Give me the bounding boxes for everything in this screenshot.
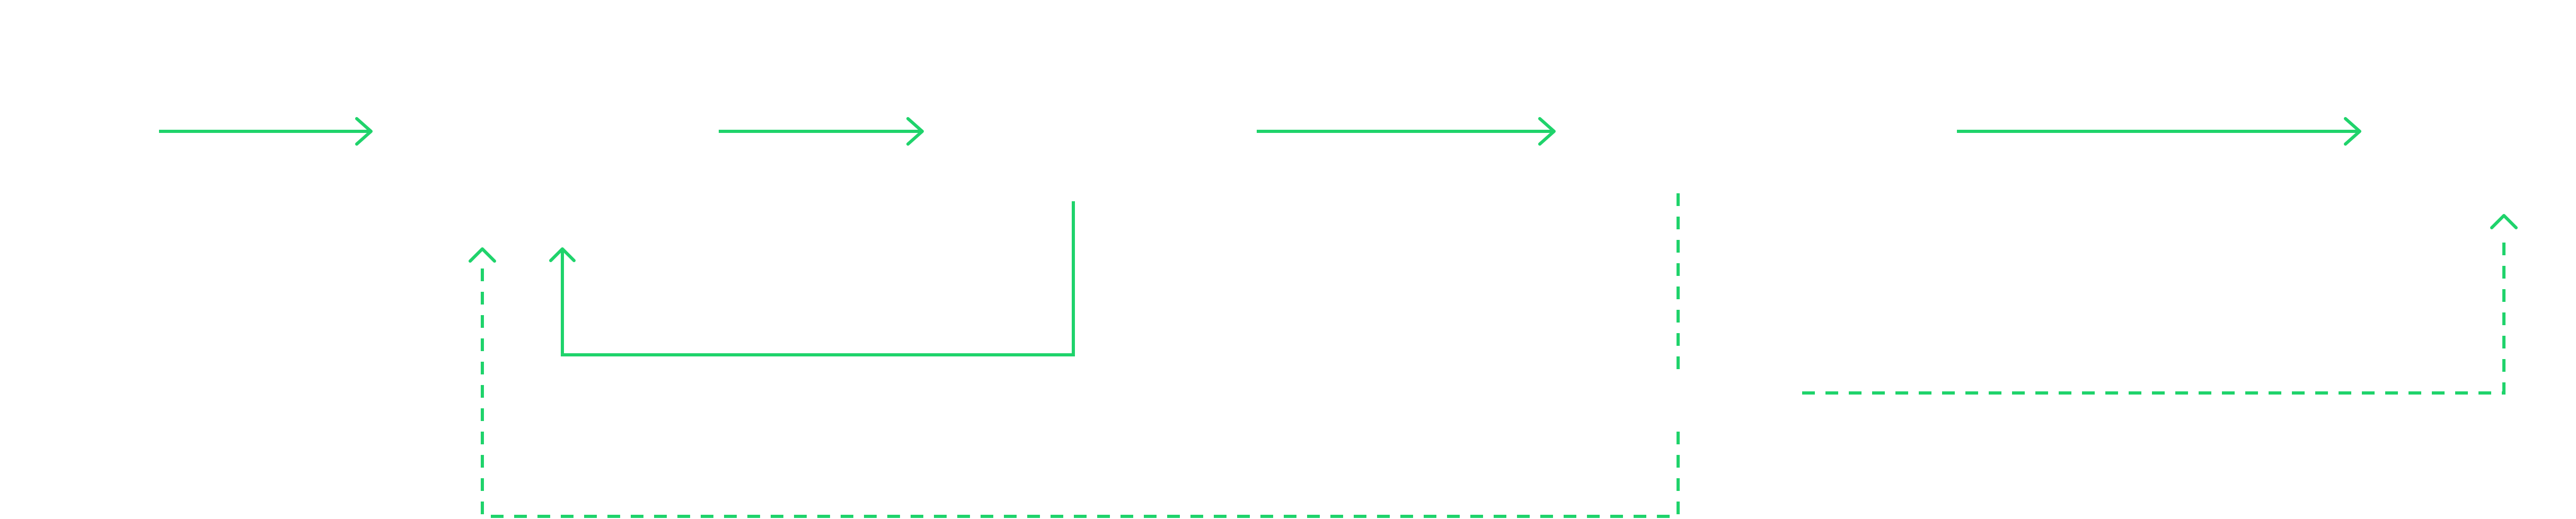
flow-diagram-canvas: [159, 117, 2518, 518]
edge-2: [719, 117, 924, 146]
loop-back-dashed-line: [481, 267, 1680, 518]
loop-back-dashed-arrowhead-icon: [469, 247, 496, 263]
loop-back-solid-line: [561, 201, 1075, 356]
edge-4: [1957, 117, 2361, 146]
dashed-forward-link-line: [1802, 233, 2506, 395]
dashed-forward-link-arrowhead-icon: [2490, 214, 2518, 229]
edge-1: [159, 117, 373, 146]
loop-back-solid: [549, 201, 1075, 356]
dashed-forward-link: [1802, 214, 2518, 395]
edge-3: [1257, 117, 1556, 146]
